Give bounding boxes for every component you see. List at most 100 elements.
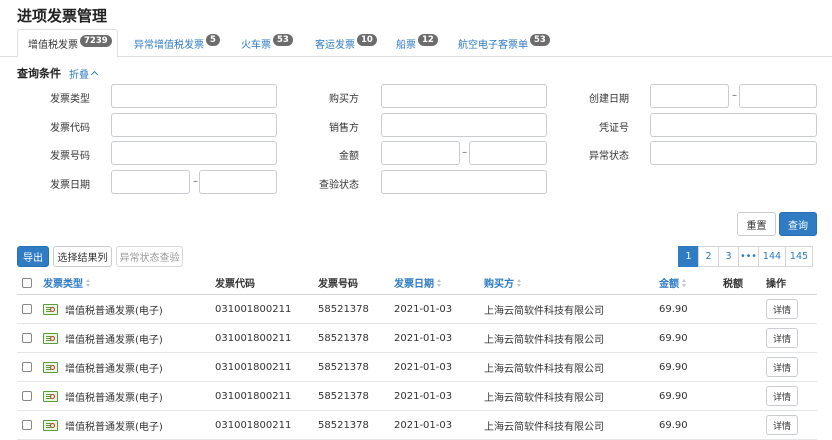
header-invoice-no: 发票号码 [318, 279, 358, 290]
page-3-button[interactable]: 3 [718, 246, 739, 267]
range-separator: – [193, 176, 198, 187]
invoice-code-cell: 031001800211 [215, 303, 292, 315]
invoice-type-cell: 增值税普通发票(电子) [65, 392, 163, 404]
page-2-button[interactable]: 2 [698, 246, 719, 267]
export-button[interactable]: 导出 [17, 246, 49, 267]
row-checkbox[interactable] [22, 353, 32, 381]
select-columns-button[interactable]: 选择结果列 [53, 246, 112, 267]
page-1-button[interactable]: 1 [678, 246, 699, 267]
invoice-date-start-input[interactable] [111, 170, 190, 194]
page-145-button[interactable]: 145 [785, 246, 813, 267]
invoice-no-label: 发票号码 [50, 151, 90, 162]
header-tax: 税额 [723, 279, 743, 290]
count-badge: 12 [418, 34, 438, 46]
select-all-checkbox[interactable] [22, 271, 32, 294]
detail-button[interactable]: 详情 [766, 299, 798, 319]
invoice-no-cell: 58521378 [318, 361, 369, 373]
table-row: 增值税普通发票(电子) 031001800211 58521378 2021-0… [17, 382, 817, 411]
invoice-type-input[interactable] [111, 84, 277, 108]
tab-train-ticket[interactable]: 火车票 53 [231, 29, 293, 57]
invoice-date-end-input[interactable] [199, 170, 277, 194]
row-checkbox[interactable] [22, 324, 32, 352]
invoice-code-input[interactable] [111, 113, 277, 137]
amount-cell: 69.90 [659, 332, 688, 344]
invoice-code-cell: 031001800211 [215, 419, 292, 431]
tab-air-eticket[interactable]: 航空电子客票单 53 [448, 29, 550, 57]
detail-button[interactable]: 详情 [766, 328, 798, 348]
page-ellipsis-button[interactable]: ••• [738, 246, 759, 267]
tab-label: 航空电子客票单 [458, 39, 528, 51]
abnormal-status-label: 异常状态 [589, 151, 629, 162]
amount-cell: 69.90 [659, 303, 688, 315]
page-title: 进项发票管理 [17, 7, 108, 25]
amount-min-input[interactable] [381, 141, 460, 165]
tab-label: 船票 [396, 39, 416, 51]
amount-cell: 69.90 [659, 361, 688, 373]
invoice-code-cell: 031001800211 [215, 332, 292, 344]
tab-abnormal-vat-invoice[interactable]: 异常增值税发票 5 [124, 29, 220, 57]
seller-input[interactable] [381, 113, 547, 137]
invoice-date-cell: 2021-01-03 [394, 419, 453, 431]
header-amount[interactable]: 金额 [659, 271, 687, 294]
row-checkbox[interactable] [22, 295, 32, 323]
pagination: 1 2 3 ••• 144 145 [678, 246, 813, 267]
sort-icon [437, 278, 442, 287]
voucher-no-input[interactable] [650, 113, 817, 137]
page-144-button[interactable]: 144 [758, 246, 786, 267]
created-date-start-input[interactable] [650, 84, 729, 108]
tab-label: 客运发票 [315, 39, 355, 51]
amount-label: 金额 [339, 151, 359, 162]
invoice-no-input[interactable] [111, 141, 277, 165]
sort-icon [86, 278, 91, 287]
row-checkbox[interactable] [22, 411, 32, 439]
chevron-up-icon [90, 70, 99, 79]
abnormal-status-input[interactable] [650, 141, 817, 165]
count-badge: 10 [357, 34, 377, 46]
invoice-type-label: 发票类型 [50, 94, 90, 105]
created-date-end-input[interactable] [739, 84, 817, 108]
tab-passenger-invoice[interactable]: 客运发票 10 [305, 29, 377, 57]
header-buyer[interactable]: 购买方 [484, 271, 522, 294]
tab-label: 增值税发票 [28, 40, 78, 51]
buyer-input[interactable] [381, 84, 547, 108]
buyer-cell: 上海云简软件科技有限公司 [484, 363, 604, 375]
header-invoice-type[interactable]: 发票类型 [43, 271, 91, 294]
invoice-icon [43, 390, 58, 402]
range-separator: – [462, 147, 467, 158]
amount-max-input[interactable] [469, 141, 547, 165]
table-header: 发票类型 发票代码 发票号码 发票日期 购买方 金额 税额 操作 [17, 271, 817, 295]
invoice-type-cell: 增值税普通发票(电子) [65, 421, 163, 433]
tab-ship-ticket[interactable]: 船票 12 [386, 29, 438, 57]
buyer-cell: 上海云简软件科技有限公司 [484, 334, 604, 346]
tab-bar: 增值税发票 7239 异常增值税发票 5 火车票 53 客运发票 10 船票 12 航空电… [0, 29, 832, 58]
invoice-icon [43, 419, 58, 431]
reset-button[interactable]: 重置 [737, 212, 776, 236]
verify-status-input[interactable] [381, 170, 547, 194]
created-date-label: 创建日期 [589, 94, 629, 105]
invoice-date-cell: 2021-01-03 [394, 390, 453, 402]
header-invoice-date[interactable]: 发票日期 [394, 271, 442, 294]
invoice-icon [43, 361, 58, 373]
invoice-date-cell: 2021-01-03 [394, 303, 453, 315]
header-invoice-code: 发票代码 [215, 279, 255, 290]
table-row: 增值税普通发票(电子) 031001800211 58521378 2021-0… [17, 411, 817, 440]
tab-vat-invoice[interactable]: 增值税发票 7239 [17, 29, 118, 58]
query-title: 查询条件 [17, 67, 61, 80]
count-badge: 53 [273, 34, 293, 46]
count-badge: 5 [206, 34, 220, 46]
query-header: 查询条件 折叠 [17, 65, 99, 81]
detail-button[interactable]: 详情 [766, 415, 798, 435]
abnormal-check-button: 异常状态查验 [116, 246, 183, 267]
voucher-no-label: 凭证号 [599, 123, 629, 134]
detail-button[interactable]: 详情 [766, 357, 798, 377]
amount-cell: 69.90 [659, 419, 688, 431]
count-badge: 53 [530, 34, 550, 46]
detail-button[interactable]: 详情 [766, 386, 798, 406]
buyer-label: 购买方 [329, 94, 359, 105]
search-button[interactable]: 查询 [779, 212, 817, 236]
invoice-no-cell: 58521378 [318, 303, 369, 315]
table-row: 增值税普通发票(电子) 031001800211 58521378 2021-0… [17, 353, 817, 382]
row-checkbox[interactable] [22, 382, 32, 410]
tab-label: 火车票 [241, 39, 271, 51]
collapse-link[interactable]: 折叠 [69, 66, 99, 81]
